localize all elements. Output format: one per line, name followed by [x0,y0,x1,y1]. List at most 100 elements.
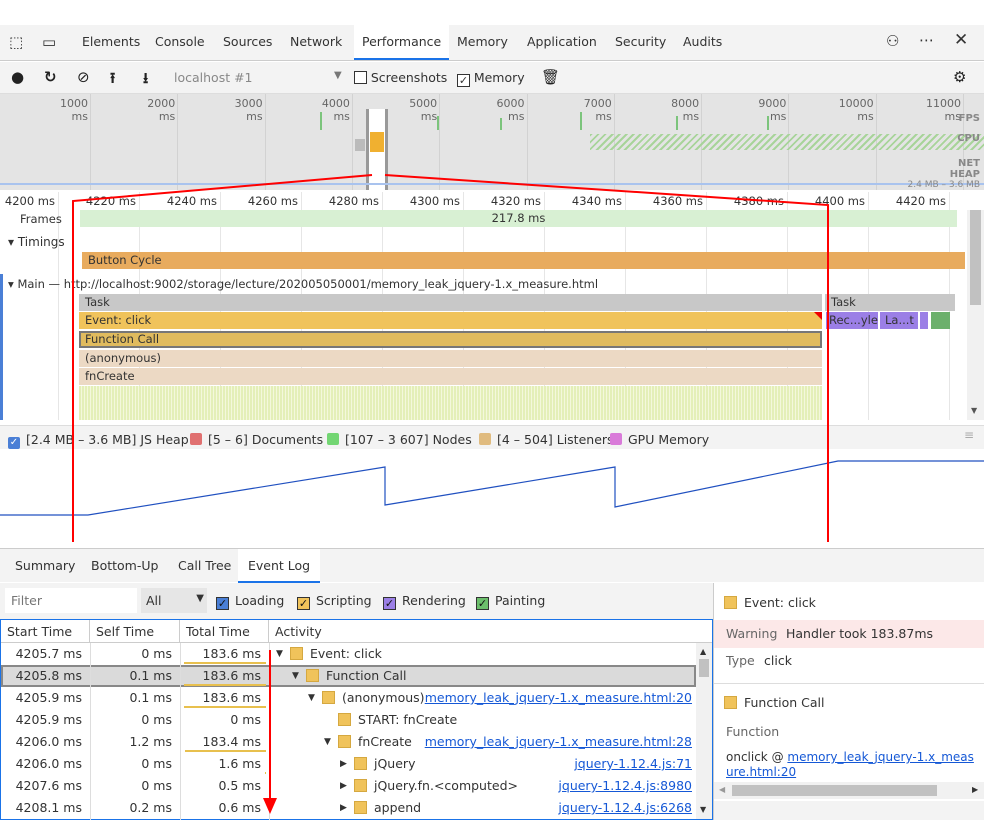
timings-track-header[interactable]: ▾ Timings [8,235,65,249]
tree-collapsed-icon[interactable]: ▶ [340,775,347,797]
close-icon[interactable]: ✕ [954,30,968,50]
scroll-right-icon[interactable]: ▶ [972,785,978,794]
memory-checkbox[interactable]: ✓ Memory [457,70,525,87]
source-link[interactable]: memory_leak_jquery-1.x_measure.html:28 [425,731,692,753]
tree-collapsed-icon[interactable]: ▶ [340,753,347,775]
feedback-icon[interactable]: ⚇ [886,32,899,50]
time-tick-label: 4220 ms [85,194,136,208]
chevron-down-icon[interactable]: ▼ [334,70,342,81]
gear-icon[interactable]: ⚙ [953,68,966,86]
collect-garbage-icon[interactable]: 🗑 [541,68,560,86]
tree-expanded-icon[interactable]: ▼ [276,643,283,665]
task-bar[interactable]: Task [79,294,822,311]
legend-3[interactable]: [4 – 504] Listeners [479,432,614,447]
table-row[interactable]: 4206.0 ms 1.2 ms 183.4 ms ▼ fnCreate memory_l… [1,731,696,753]
main-track-header[interactable]: ▾ Main — http://localhost:9002/storage/l… [8,277,598,291]
column-start-time[interactable]: Start Time [1,620,90,643]
table-row[interactable]: 4208.1 ms 0.2 ms 0.6 ms ▶ append jquery-1.12.… [1,797,696,819]
column-self-time[interactable]: Self Time [90,620,180,643]
table-row[interactable]: 4205.9 ms 0.1 ms 183.6 ms ▼ (anonymous) memor… [1,687,696,709]
flame-chart-scrollbar[interactable]: ▼ [967,210,984,420]
table-row[interactable]: 4207.6 ms 0 ms 0.5 ms ▶ jQuery.fn.<computed>… [1,775,696,797]
record-icon[interactable]: ● [11,68,24,86]
tab-sources[interactable]: Sources [215,25,280,60]
scrollbar-thumb[interactable] [732,785,937,796]
source-link[interactable]: jquery-1.12.4.js:71 [574,753,692,775]
tab-elements[interactable]: Elements [74,25,148,60]
legend-0[interactable]: ✓ [2.4 MB – 3.6 MB] JS Heap [8,432,189,449]
legend-1[interactable]: [5 – 6] Documents [190,432,323,447]
table-row[interactable]: 4205.8 ms 0.1 ms 183.6 ms ▼ Function Call [1,665,696,687]
tab-bottom-up[interactable]: Bottom-Up [81,549,168,583]
legend-2[interactable]: [107 – 3 607] Nodes [327,432,472,447]
inspect-element-icon[interactable]: ⬚ [9,33,23,51]
filter-scripting-checkbox[interactable]: ✓ Scripting [297,593,372,610]
column-total-time[interactable]: Total Time [180,620,269,643]
task-bar-2[interactable]: Task [825,294,955,311]
anonymous-bar[interactable]: (anonymous) [79,350,822,367]
scrollbar-thumb[interactable] [699,659,709,677]
fncreate-bar[interactable]: fnCreate [79,368,822,385]
tab-audits[interactable]: Audits [675,25,730,60]
column-activity[interactable]: Activity [269,620,712,643]
tab-security[interactable]: Security [607,25,674,60]
tree-expanded-icon[interactable]: ▼ [324,731,331,753]
source-link[interactable]: memory_leak_jquery-1.x_measure.html:20 [425,687,692,709]
legend-swatch [327,433,339,445]
table-row[interactable]: 4205.9 ms 0 ms 0 ms START: fnCreate [1,709,696,731]
tab-summary[interactable]: Summary [5,549,85,583]
filter-input[interactable] [5,588,137,613]
tree-collapsed-icon[interactable]: ▶ [340,797,347,819]
more-options-icon[interactable]: ⋯ [919,31,934,49]
load-profile-icon[interactable]: ⭱ [110,68,115,93]
duration-filter-select[interactable]: All ▼ [141,588,207,613]
filter-rendering-checkbox[interactable]: ✓ Rendering [383,593,466,610]
scroll-left-icon[interactable]: ◀ [719,785,725,794]
jquery-call-stacks[interactable] [79,386,822,420]
table-row[interactable]: 4206.0 ms 0 ms 1.6 ms ▶ jQuery jquery-1.12.4.… [1,753,696,775]
frame-bar[interactable]: 217.8 ms [80,210,957,227]
recalc-style-bar[interactable]: Rec...yle [826,312,878,329]
tab-performance[interactable]: Performance [354,25,450,60]
source-link[interactable]: jquery-1.12.4.js:6268 [558,797,692,819]
tab-application[interactable]: Application [519,25,605,60]
tab-memory[interactable]: Memory [449,25,516,60]
overview-tick-label: 7000 ms [583,97,612,123]
screenshots-checkbox[interactable]: Screenshots [354,70,447,85]
reload-record-icon[interactable]: ↻ [44,68,57,86]
timeline-overview[interactable]: 1000 ms 2000 ms 3000 ms 4000 ms 5000 ms 6000 … [0,94,984,190]
tab-console[interactable]: Console [147,25,213,60]
flame-chart[interactable]: 4200 ms 4220 ms 4240 ms 4260 ms 4280 ms 4300 … [0,192,967,420]
tab-event-log[interactable]: Event Log [238,549,321,583]
source-link[interactable]: jquery-1.12.4.js:8980 [558,775,692,797]
tree-expanded-icon[interactable]: ▼ [292,665,299,687]
save-profile-icon[interactable]: ⭳ [143,68,148,93]
event-title: Event: click [724,595,816,610]
tab-network[interactable]: Network [282,25,350,60]
update-layer-bar[interactable] [920,312,928,329]
resize-handle-icon[interactable]: ≡ [964,428,974,442]
filter-painting-checkbox[interactable]: ✓ Painting [476,593,545,610]
tab-call-tree[interactable]: Call Tree [168,549,241,583]
table-row[interactable]: 4205.7 ms 0 ms 183.6 ms ▼ Event: click [1,643,696,665]
function-call-bar[interactable]: Function Call [79,331,822,348]
legend-swatch: ✓ [8,437,20,449]
table-scrollbar[interactable]: ▲ ▼ [696,643,712,819]
clear-icon[interactable]: ⊘ [77,68,90,86]
event-click-bar[interactable]: Event: click [79,312,822,329]
paint-bar[interactable] [931,312,950,329]
button-cycle-mark[interactable]: Button Cycle [82,252,965,269]
self-time: 0.1 ms [129,690,172,705]
scroll-up-icon[interactable]: ▲ [700,647,706,656]
device-toolbar-icon[interactable]: ▭ [42,33,56,51]
scroll-down-icon[interactable]: ▼ [971,406,977,415]
filter-loading-checkbox[interactable]: ✓ Loading [216,593,284,610]
legend-4[interactable]: GPU Memory [610,432,709,447]
scroll-down-icon[interactable]: ▼ [700,805,706,814]
time-tick-label: 4200 ms [4,194,55,208]
target-select[interactable]: localhost #1 [174,70,253,85]
layout-bar[interactable]: La...t [880,312,918,329]
tree-expanded-icon[interactable]: ▼ [308,687,315,709]
scrollbar-thumb[interactable] [970,210,981,305]
details-hscrollbar[interactable]: ◀ ▶ [714,782,984,799]
